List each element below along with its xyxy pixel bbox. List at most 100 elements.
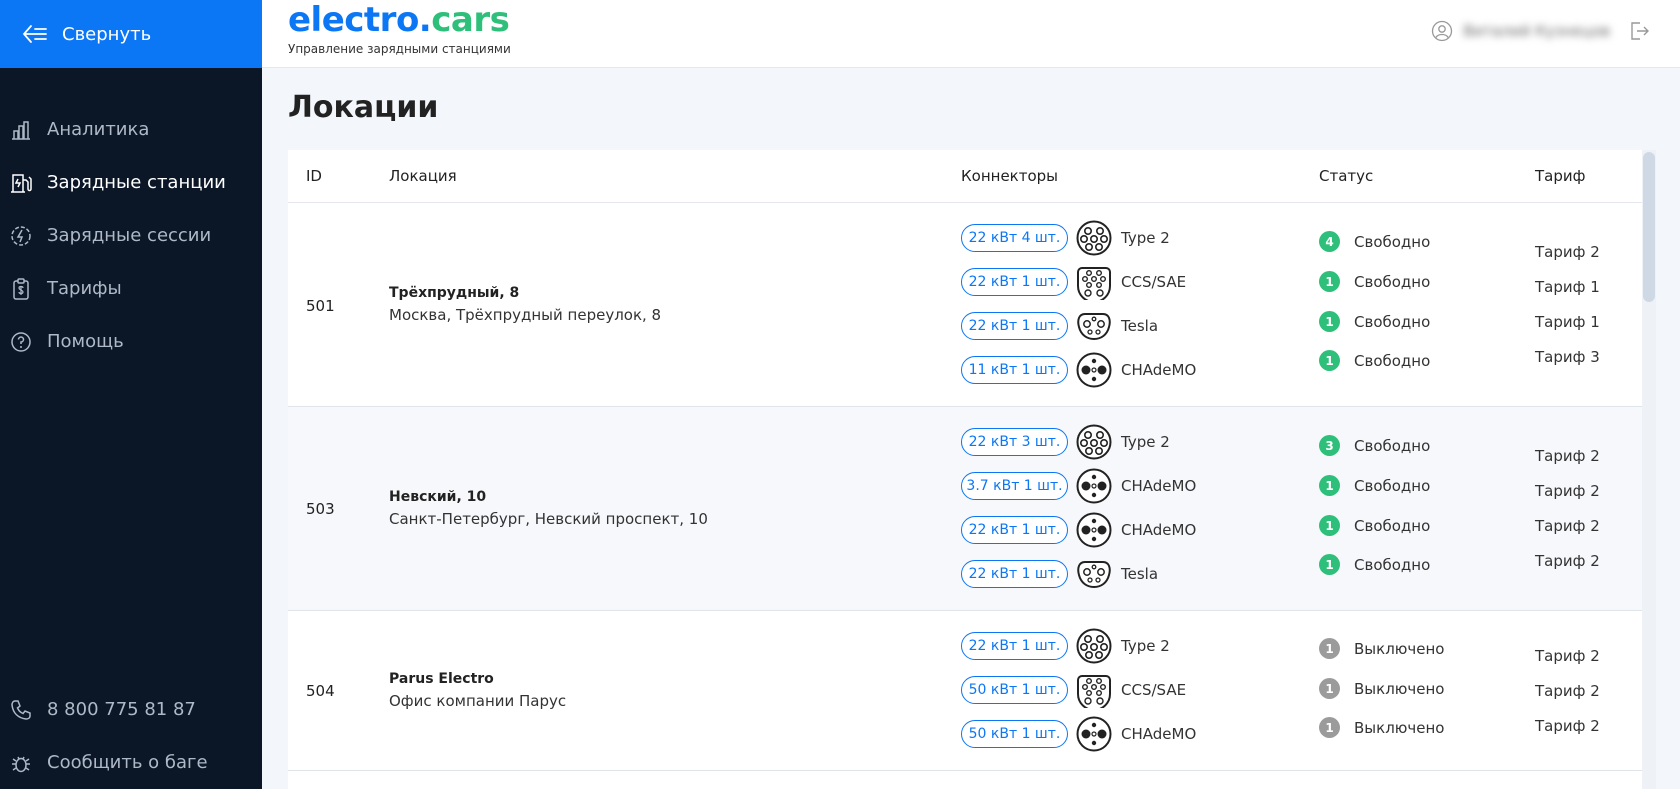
connector-power-pill[interactable]: 3.7 кВт 1 шт. xyxy=(961,472,1068,500)
location-name[interactable]: Невский, 10 xyxy=(389,489,486,505)
connector-power-pill[interactable]: 22 кВт 1 шт. xyxy=(961,268,1068,296)
tariff-link[interactable]: Тариф 2 xyxy=(1535,647,1600,665)
connector-type: Type 2 xyxy=(1121,229,1170,247)
table-scrollbar[interactable] xyxy=(1642,150,1656,789)
tariff-link[interactable]: Тариф 1 xyxy=(1535,313,1600,331)
status-count-badge: 1 xyxy=(1319,678,1340,699)
status-item: 3 Свободно xyxy=(1319,435,1430,456)
status-text: Свободно xyxy=(1354,351,1431,370)
sidebar-item-label: Зарядные станции xyxy=(47,172,226,193)
user-icon xyxy=(1432,20,1453,42)
tariff-link[interactable]: Тариф 2 xyxy=(1535,682,1600,700)
table-row[interactable]: 503 Невский, 10 Санкт-Петербург, Невский… xyxy=(288,407,1642,611)
status-count-badge: 3 xyxy=(1319,435,1340,456)
column-header-status[interactable]: Статус xyxy=(1319,167,1373,185)
sidebar: Свернуть Аналитика Зарядные станции Заря… xyxy=(0,0,262,789)
location-id: 504 xyxy=(306,682,335,700)
location-address: Санкт-Петербург, Невский проспект, 10 xyxy=(389,510,708,528)
status-text: Выключено xyxy=(1354,679,1445,698)
status-item: 1 Свободно xyxy=(1319,515,1430,536)
logo[interactable]: electro.cars xyxy=(288,0,510,40)
tariff-link[interactable]: Тариф 2 xyxy=(1535,482,1600,500)
connector: 22 кВт 1 шт. CCS/SAE xyxy=(961,264,1186,300)
location-name[interactable]: Parus Electro xyxy=(389,671,494,687)
ccs-plug-icon xyxy=(1077,267,1111,300)
table-row[interactable]: 504 Parus Electro Офис компании Парус 22… xyxy=(288,611,1642,771)
phone-link[interactable]: 8 800 775 81 87 xyxy=(0,683,262,736)
status-text: Свободно xyxy=(1354,312,1431,331)
tariff-link[interactable]: Тариф 3 xyxy=(1535,348,1600,366)
connector-type: Tesla xyxy=(1121,317,1159,335)
status-item: 1 Свободно xyxy=(1319,350,1430,371)
status-item: 1 Свободно xyxy=(1319,554,1430,575)
status-text: Свободно xyxy=(1354,232,1431,251)
location-address: Москва, Трёхпрудный переулок, 8 xyxy=(389,306,662,324)
sidebar-item-help[interactable]: Помощь xyxy=(0,315,262,368)
status-item: 1 Выключено xyxy=(1319,717,1444,738)
tariff-link[interactable]: Тариф 2 xyxy=(1535,243,1600,261)
sidebar-item-tariffs[interactable]: Тарифы xyxy=(0,262,262,315)
chademo-plug-icon xyxy=(1076,352,1112,388)
connector-type: CHAdeMO xyxy=(1121,521,1197,539)
type2-plug-icon xyxy=(1076,220,1112,256)
logo-part-electro: electro. xyxy=(288,0,432,40)
connector-power-pill[interactable]: 50 кВт 1 шт. xyxy=(961,720,1068,748)
connector: 22 кВт 3 шт. Type 2 xyxy=(961,424,1170,460)
connector-power-pill[interactable]: 22 кВт 1 шт. xyxy=(961,516,1068,544)
tariff-link[interactable]: Тариф 2 xyxy=(1535,717,1600,735)
location-name[interactable]: Трёхпрудный, 8 xyxy=(389,285,519,301)
status-text: Свободно xyxy=(1354,555,1431,574)
status-count-badge: 1 xyxy=(1319,717,1340,738)
user-name: Виталий Кузнецов xyxy=(1463,22,1610,40)
chademo-plug-icon xyxy=(1076,468,1112,504)
sidebar-item-charging-sessions[interactable]: Зарядные сессии xyxy=(0,209,262,262)
column-header-id[interactable]: ID xyxy=(306,167,322,185)
tariff-link[interactable]: Тариф 1 xyxy=(1535,278,1600,296)
tariff-link[interactable]: Тариф 2 xyxy=(1535,517,1600,535)
logo-subtitle: Управление зарядными станциями xyxy=(288,42,511,56)
page-title: Локации xyxy=(288,90,439,125)
connector-type: Type 2 xyxy=(1121,433,1170,451)
type2-plug-icon xyxy=(1076,628,1112,664)
table-header: ID Локация Коннекторы Статус Тариф xyxy=(288,150,1642,203)
report-bug-link[interactable]: Сообщить о баге xyxy=(0,736,262,789)
column-header-tariff[interactable]: Тариф xyxy=(1535,167,1585,185)
locations-table: ID Локация Коннекторы Статус Тариф 501 Т… xyxy=(288,150,1642,789)
column-header-location[interactable]: Локация xyxy=(389,167,457,185)
connector: 11 кВт 1 шт. CHAdeMO xyxy=(961,352,1196,388)
column-header-connectors[interactable]: Коннекторы xyxy=(961,167,1058,185)
sidebar-item-label: Тарифы xyxy=(47,278,122,299)
help-icon xyxy=(10,331,32,353)
table-row[interactable]: 501 Трёхпрудный, 8 Москва, Трёхпрудный п… xyxy=(288,203,1642,407)
connector-power-pill[interactable]: 22 кВт 3 шт. xyxy=(961,428,1068,456)
connector: 22 кВт 1 шт. Type 2 xyxy=(961,628,1170,664)
connector-power-pill[interactable]: 22 кВт 1 шт. xyxy=(961,632,1068,660)
clipboard-icon xyxy=(10,277,32,300)
connector-type: Type 2 xyxy=(1121,637,1170,655)
connector-power-pill[interactable]: 22 кВт 1 шт. xyxy=(961,312,1068,340)
connector-type: CCS/SAE xyxy=(1121,681,1187,699)
sidebar-item-charging-stations[interactable]: Зарядные станции xyxy=(0,156,262,209)
scrollbar-thumb[interactable] xyxy=(1643,152,1655,302)
location-address: Офис компании Парус xyxy=(389,692,567,710)
status-count-badge: 1 xyxy=(1319,554,1340,575)
collapse-sidebar-button[interactable]: Свернуть xyxy=(0,0,262,68)
tariff-link[interactable]: Тариф 2 xyxy=(1535,447,1600,465)
logout-icon[interactable] xyxy=(1628,20,1650,42)
connector: 3.7 кВт 1 шт. CHAdeMO xyxy=(961,468,1196,504)
connector: 22 кВт 1 шт. Tesla xyxy=(961,308,1158,344)
sidebar-item-analytics[interactable]: Аналитика xyxy=(0,103,262,156)
sidebar-footer: 8 800 775 81 87 Сообщить о баге xyxy=(0,683,262,789)
connector-power-pill[interactable]: 50 кВт 1 шт. xyxy=(961,676,1068,704)
status-count-badge: 1 xyxy=(1319,311,1340,332)
connector-power-pill[interactable]: 22 кВт 1 шт. xyxy=(961,560,1068,588)
connector-power-pill[interactable]: 11 кВт 1 шт. xyxy=(961,356,1068,384)
status-item: 4 Свободно xyxy=(1319,231,1430,252)
bug-icon xyxy=(10,752,32,774)
user-menu[interactable]: Виталий Кузнецов xyxy=(1431,20,1650,42)
status-text: Выключено xyxy=(1354,718,1445,737)
connector-type: CHAdeMO xyxy=(1121,477,1197,495)
connector-power-pill[interactable]: 22 кВт 4 шт. xyxy=(961,224,1068,252)
status-count-badge: 1 xyxy=(1319,638,1340,659)
tariff-link[interactable]: Тариф 2 xyxy=(1535,552,1600,570)
